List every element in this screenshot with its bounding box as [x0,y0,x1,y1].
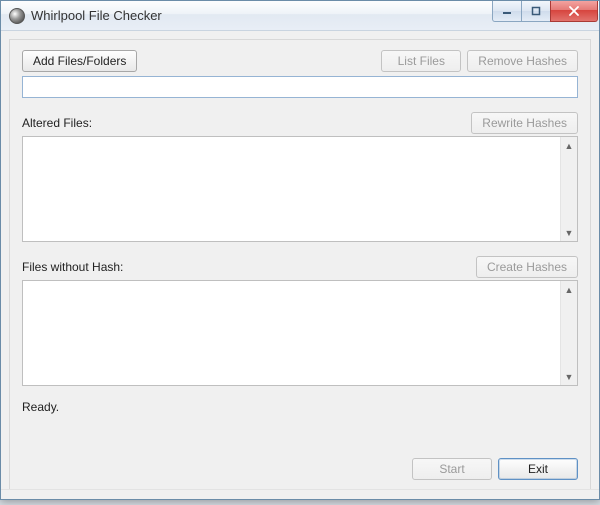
altered-group: Altered Files: Rewrite Hashes ▲ ▼ [22,112,578,242]
altered-textarea-wrap: ▲ ▼ [22,136,578,242]
path-field-wrapper [22,76,578,112]
content-area: Add Files/Folders List Files Remove Hash… [1,31,599,499]
remove-hashes-button[interactable]: Remove Hashes [467,50,578,72]
bottom-button-row: Start Exit [412,458,578,480]
window-controls [493,1,599,22]
status-text: Ready. [22,400,578,414]
list-files-button[interactable]: List Files [381,50,461,72]
close-icon [568,6,580,16]
top-button-row: Add Files/Folders List Files Remove Hash… [22,50,578,72]
without-scrollbar[interactable]: ▲ ▼ [560,281,577,385]
add-files-button[interactable]: Add Files/Folders [22,50,137,72]
titlebar[interactable]: Whirlpool File Checker [1,1,599,31]
maximize-button[interactable] [521,1,551,22]
without-label: Files without Hash: [22,260,123,274]
maximize-icon [531,6,541,16]
rewrite-hashes-button[interactable]: Rewrite Hashes [471,112,578,134]
altered-header: Altered Files: Rewrite Hashes [22,112,578,134]
window-title: Whirlpool File Checker [31,8,162,23]
close-button[interactable] [550,1,598,22]
altered-label: Altered Files: [22,116,92,130]
without-textarea-wrap: ▲ ▼ [22,280,578,386]
path-input[interactable] [22,76,578,98]
minimize-icon [502,6,512,16]
altered-scrollbar[interactable]: ▲ ▼ [560,137,577,241]
start-button[interactable]: Start [412,458,492,480]
scroll-up-icon: ▲ [561,281,577,298]
without-textarea[interactable] [23,281,560,385]
scroll-down-icon: ▼ [561,224,577,241]
statusbar [1,489,599,499]
scroll-up-icon: ▲ [561,137,577,154]
scroll-down-icon: ▼ [561,368,577,385]
app-icon [9,8,25,24]
without-group: Files without Hash: Create Hashes ▲ ▼ [22,256,578,386]
create-hashes-button[interactable]: Create Hashes [476,256,578,278]
main-panel: Add Files/Folders List Files Remove Hash… [9,39,591,491]
exit-button[interactable]: Exit [498,458,578,480]
minimize-button[interactable] [492,1,522,22]
altered-textarea[interactable] [23,137,560,241]
without-header: Files without Hash: Create Hashes [22,256,578,278]
app-window: Whirlpool File Checker Add Files/Folders… [0,0,600,500]
